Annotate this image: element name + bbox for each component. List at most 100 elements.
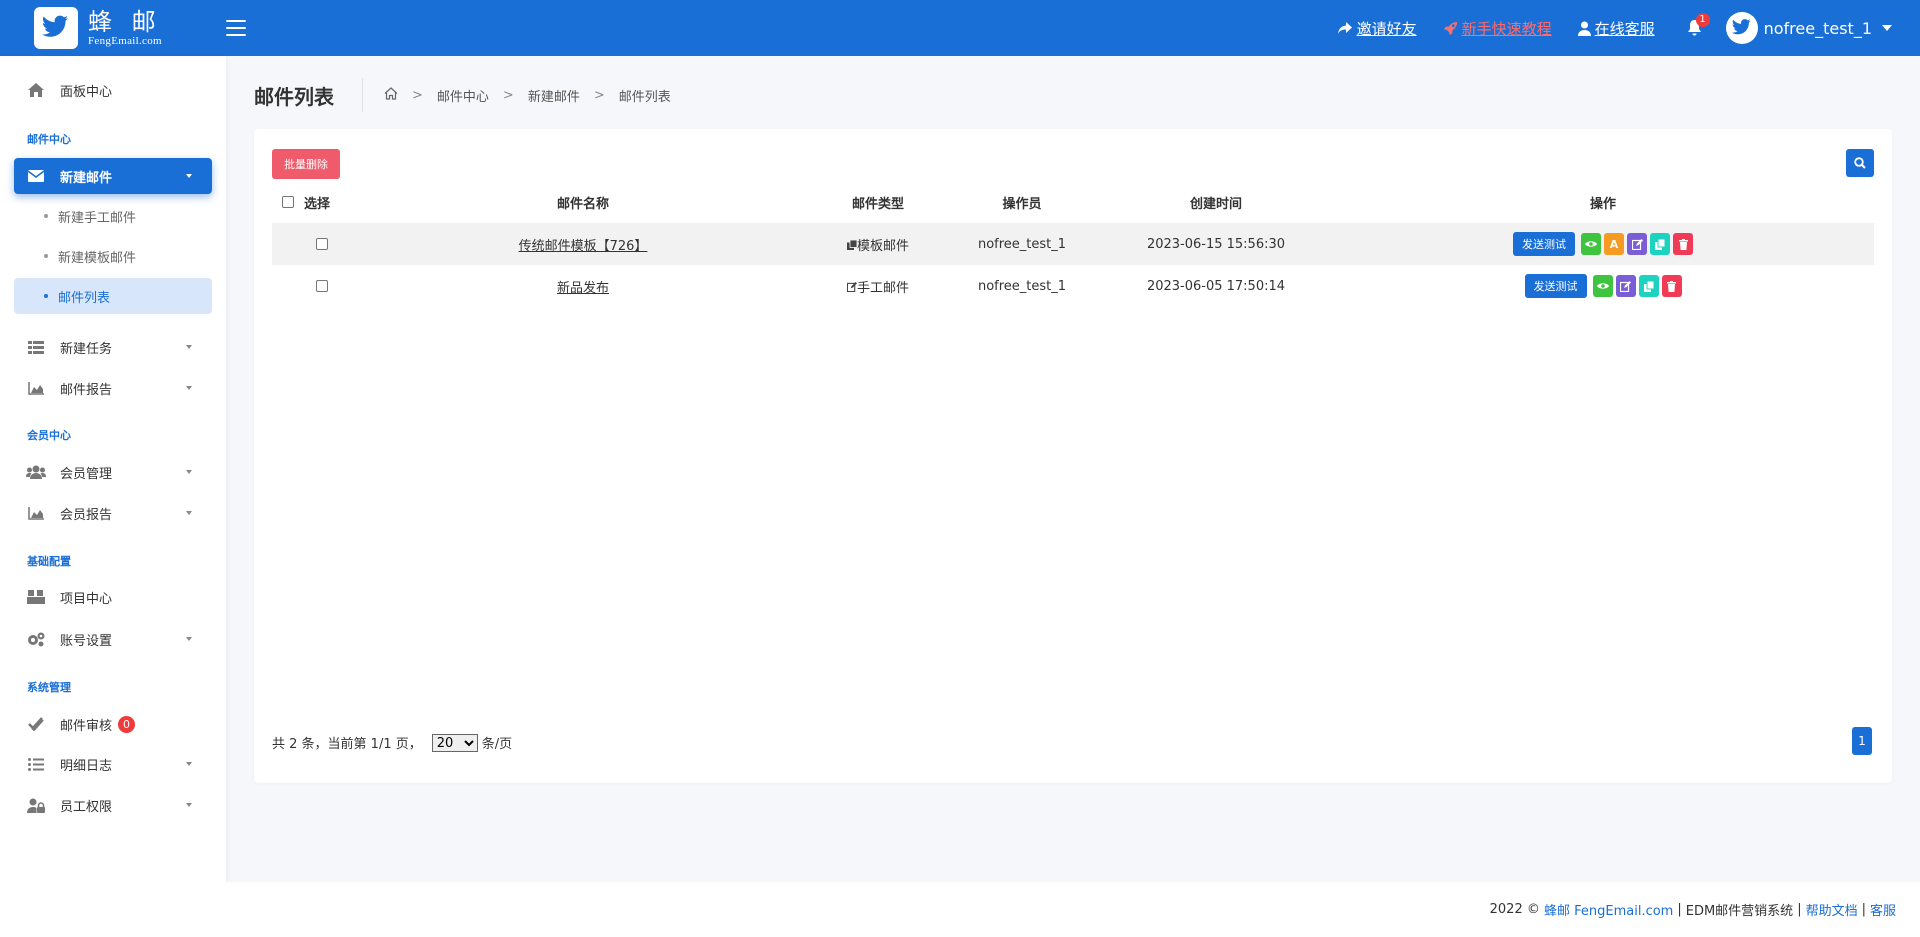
breadcrumb: > 邮件中心 > 新建邮件 > 邮件列表	[384, 86, 671, 105]
copy-icon[interactable]	[1638, 275, 1659, 297]
breadcrumb-mail-center[interactable]: 邮件中心	[437, 86, 489, 105]
sidebar-item-mail-review[interactable]: 邮件审核 0	[14, 706, 212, 742]
trash-icon[interactable]	[1673, 233, 1693, 255]
section-system-manage: 系统管理	[27, 681, 71, 694]
mail-type: 手工邮件	[856, 280, 909, 296]
sidebar-item-member-manage[interactable]: 会员管理	[14, 454, 212, 490]
caret-down-icon	[186, 386, 192, 390]
batch-delete-button[interactable]: 批量删除	[272, 149, 340, 179]
brand-logo[interactable]: 蜂 邮 FengEmail.com	[0, 0, 226, 56]
col-actions: 操作	[1589, 196, 1616, 212]
page-button-1[interactable]: 1	[1852, 727, 1872, 755]
double-check-icon	[26, 717, 46, 731]
table-row: 传统邮件模板【726】 模板邮件 nofree_test_1 2023-06-1…	[272, 223, 1874, 265]
user-menu[interactable]: nofree_test_1	[1725, 12, 1892, 44]
sidebar-item-mail-list[interactable]: 邮件列表	[14, 278, 212, 314]
col-mail-type: 邮件类型	[851, 196, 904, 212]
footer: 2022 © 蜂邮 FengEmail.com | EDM邮件营销系统 | 帮助…	[226, 882, 1920, 937]
sidebar-item-member-report[interactable]: 会员报告	[14, 495, 212, 531]
menu-toggle-icon[interactable]	[226, 19, 248, 37]
breadcrumb-mail-list: 邮件列表	[618, 90, 671, 105]
pagination-summary: 共 2 条，当前第 1/1 页，	[272, 737, 422, 752]
sidebar-item-dashboard[interactable]: 面板中心	[14, 72, 212, 108]
username: nofree_test_1	[1763, 18, 1872, 38]
mail-name-link[interactable]: 传统邮件模板【726】	[519, 239, 648, 254]
review-count-badge: 0	[118, 715, 136, 733]
sidebar-item-new-task[interactable]: 新建任务	[14, 329, 212, 365]
send-test-button[interactable]: 发送测试	[1513, 232, 1575, 256]
caret-down-icon	[186, 762, 192, 766]
operator: nofree_test_1	[944, 223, 1100, 265]
caret-down-icon	[186, 174, 192, 178]
bird-logo-icon	[34, 7, 78, 49]
select-all-checkbox[interactable]	[282, 196, 294, 208]
tutorial-link[interactable]: 新手快速教程	[1443, 18, 1552, 39]
chevron-right-icon: >	[593, 88, 605, 103]
page-size-select[interactable]: 20	[431, 733, 478, 752]
brand-name-cn: 蜂 邮	[88, 8, 162, 36]
caret-down-icon	[186, 511, 192, 515]
sidebar-item-new-manual-mail[interactable]: 新建手工邮件	[14, 198, 212, 234]
section-member-center: 会员中心	[27, 429, 71, 442]
col-operator: 操作员	[1002, 196, 1042, 212]
created-time: 2023-06-05 17:50:14	[1146, 278, 1286, 294]
bird-avatar-icon	[1731, 19, 1751, 35]
footer-help-link[interactable]: 帮助文档	[1806, 900, 1858, 919]
sidebar-item-new-template-mail[interactable]: 新建模板邮件	[14, 238, 212, 274]
caret-down-icon	[186, 345, 192, 349]
chevron-right-icon: >	[412, 88, 423, 103]
rocket-icon	[1443, 21, 1457, 35]
online-support-link[interactable]: 在线客服	[1577, 18, 1655, 39]
share-icon	[1337, 22, 1352, 34]
sidebar-item-account-settings[interactable]: 账号设置	[14, 621, 212, 657]
edit-icon[interactable]	[1627, 233, 1647, 255]
sidebar-item-mail-report[interactable]: 邮件报告	[14, 370, 212, 406]
chevron-down-icon	[1882, 25, 1892, 31]
mail-name-link[interactable]: 新品发布	[557, 281, 609, 296]
section-basic-config: 基础配置	[27, 555, 71, 568]
footer-copyright: 2022 ©	[1489, 902, 1540, 917]
sidebar-item-new-mail[interactable]: 新建邮件	[14, 158, 212, 194]
invite-friends-link[interactable]: 邀请好友	[1337, 18, 1417, 39]
caret-down-icon	[186, 803, 192, 807]
sidebar-item-detail-log[interactable]: 明细日志	[14, 746, 212, 782]
area-chart-icon	[26, 381, 46, 395]
home-icon[interactable]	[384, 87, 398, 104]
list-icon	[26, 757, 46, 771]
page-size-unit: 条/页	[481, 737, 513, 752]
search-icon	[1854, 157, 1866, 169]
user-lock-icon	[26, 798, 46, 813]
font-icon[interactable]: A	[1604, 233, 1624, 255]
boxes-icon	[26, 590, 46, 604]
footer-system-name: EDM邮件营销系统	[1685, 904, 1794, 919]
eye-icon[interactable]	[1581, 233, 1601, 255]
notification-badge: 1	[1695, 13, 1710, 27]
pagination-info: 共 2 条，当前第 1/1 页， 20 条/页	[272, 733, 512, 752]
mail-type: 模板邮件	[856, 238, 909, 254]
col-mail-name: 邮件名称	[556, 196, 609, 212]
users-icon	[26, 465, 46, 479]
sidebar-item-project-center[interactable]: 项目中心	[14, 579, 212, 615]
copy-icon	[846, 239, 858, 254]
copy-icon[interactable]	[1650, 233, 1670, 255]
edit-icon[interactable]	[1615, 275, 1636, 297]
search-button[interactable]	[1846, 149, 1874, 177]
sidebar-item-staff-permission[interactable]: 员工权限	[14, 787, 212, 823]
chevron-right-icon: >	[502, 88, 514, 103]
row-checkbox[interactable]	[316, 238, 328, 250]
footer-service-link[interactable]: 客服	[1870, 900, 1896, 919]
breadcrumb-new-mail[interactable]: 新建邮件	[528, 86, 580, 105]
table-row: 新品发布 手工邮件 nofree_test_1 2023-06-05 17:50…	[272, 265, 1874, 307]
envelope-icon	[26, 170, 46, 182]
area-chart-icon	[26, 506, 46, 520]
send-test-button[interactable]: 发送测试	[1524, 274, 1587, 298]
row-checkbox[interactable]	[316, 280, 328, 292]
brand-name-en: FengEmail.com	[88, 35, 162, 47]
trash-icon[interactable]	[1661, 275, 1682, 297]
eye-icon[interactable]	[1592, 275, 1613, 297]
user-icon	[1577, 21, 1591, 36]
footer-brand-link[interactable]: 蜂邮 FengEmail.com	[1544, 900, 1673, 919]
notification-bell[interactable]: 1	[1687, 13, 1710, 36]
operator: nofree_test_1	[977, 278, 1067, 294]
gears-icon	[26, 631, 46, 647]
